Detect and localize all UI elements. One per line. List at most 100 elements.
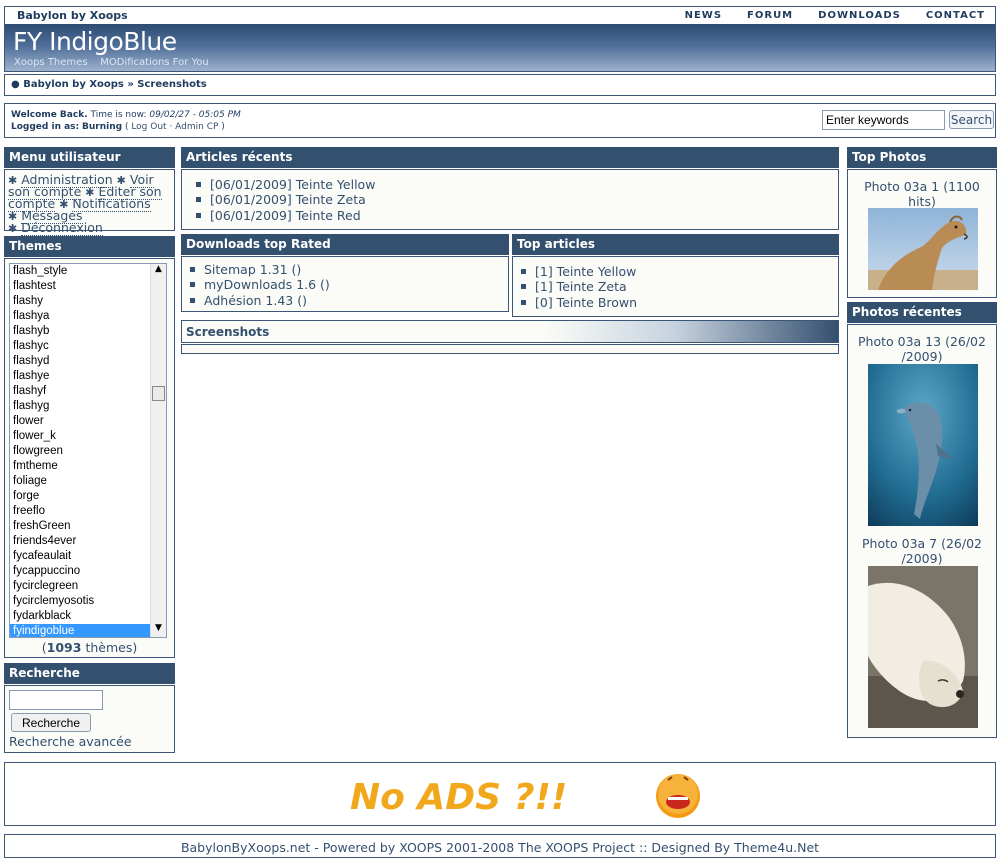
no-ads-text: No ADS ?!! [350, 777, 567, 818]
list-item[interactable]: [1] Teinte Yellow [513, 264, 838, 279]
photo-caption-line[interactable]: /2009) [848, 349, 996, 364]
theme-option[interactable]: flashtest [10, 279, 166, 294]
photo-caption[interactable]: Photo 03a 7 (26/02 /2009) [848, 536, 996, 566]
theme-option[interactable]: flashye [10, 369, 166, 384]
theme-option[interactable]: flashyc [10, 339, 166, 354]
logout-link[interactable]: Log Out [131, 122, 166, 132]
menu-notifications[interactable]: Notifications [72, 196, 151, 212]
themes-block: flash_style flashtest flashy flashya flashyb… [4, 258, 175, 658]
list-item[interactable]: [06/01/2009] Teinte Zeta [188, 192, 838, 207]
download-link[interactable]: Sitemap 1.31 () [204, 262, 301, 277]
scroll-down-icon[interactable]: ▼ [151, 623, 166, 637]
theme-option[interactable]: fycafeaulait [10, 549, 166, 564]
themes-count: 1093 [46, 640, 82, 655]
nav-contact[interactable]: CONTACT [926, 10, 985, 21]
menu-deconnexion[interactable]: Déconnexion [21, 220, 103, 236]
recherche-input[interactable] [9, 690, 103, 710]
site-name[interactable]: Babylon by Xoops [17, 9, 128, 22]
scroll-thumb[interactable] [152, 386, 165, 401]
theme-option[interactable]: flashyb [10, 324, 166, 339]
top-article-link[interactable]: [1] Teinte Yellow [535, 264, 636, 279]
polar-bear-photo[interactable] [868, 566, 978, 728]
themes-count-line: (1093 thèmes) [41, 640, 138, 655]
theme-option[interactable]: forge [10, 489, 166, 504]
themes-scrollbar[interactable]: ▲ ▼ [150, 264, 166, 637]
article-link[interactable]: [06/01/2009] Teinte Yellow [210, 177, 375, 192]
theme-option[interactable]: friends4ever [10, 534, 166, 549]
list-item[interactable]: [0] Teinte Brown [513, 295, 838, 310]
list-item[interactable]: Adhésion 1.43 () [182, 293, 508, 308]
recherche-title: Recherche [4, 663, 175, 684]
themes-select-list[interactable]: flash_style flashtest flashy flashya flashyb… [9, 263, 167, 638]
top-article-link[interactable]: [1] Teinte Zeta [535, 279, 627, 294]
theme-option[interactable]: flower [10, 414, 166, 429]
scroll-up-icon[interactable]: ▲ [151, 264, 166, 278]
theme-option[interactable]: flowgreen [10, 444, 166, 459]
footer-text: BabylonByXoops.net - Powered by XOOPS 20… [180, 840, 820, 855]
photo-caption-line[interactable]: /2009) [848, 551, 996, 566]
list-item[interactable]: [06/01/2009] Teinte Yellow [188, 177, 838, 192]
theme-option[interactable]: fyindigoblue [10, 624, 166, 637]
nav-forum[interactable]: FORUM [747, 10, 793, 21]
nav-downloads[interactable]: DOWNLOADS [818, 10, 901, 21]
theme-option[interactable]: fycappuccino [10, 564, 166, 579]
photo-caption-line[interactable]: Photo 03a 1 (1100 [848, 179, 996, 194]
article-link[interactable]: [06/01/2009] Teinte Zeta [210, 192, 366, 207]
theme-option[interactable]: fycirclegreen [10, 579, 166, 594]
download-link[interactable]: Adhésion 1.43 () [204, 293, 307, 308]
articles-recents-title: Articles récents [181, 147, 839, 168]
photo-caption-line[interactable]: Photo 03a 13 (26/02 [848, 334, 996, 349]
top-bar: Babylon by Xoops NEWS FORUM DOWNLOADS CO… [4, 6, 996, 24]
site-logo[interactable]: FY IndigoBlue [13, 27, 177, 56]
theme-option[interactable]: flashyg [10, 399, 166, 414]
screenshots-header: Screenshots [181, 320, 839, 343]
camel-photo[interactable] [868, 208, 978, 290]
theme-option[interactable]: freeflo [10, 504, 166, 519]
theme-option[interactable]: flashy [10, 294, 166, 309]
theme-option[interactable]: flashya [10, 309, 166, 324]
list-item[interactable]: [06/01/2009] Teinte Red [188, 208, 838, 223]
photo-caption[interactable]: Photo 03a 1 (1100 hits) [848, 179, 996, 209]
theme-option[interactable]: freshGreen [10, 519, 166, 534]
breadcrumb-path[interactable]: Babylon by Xoops » Screenshots [23, 79, 207, 90]
downloads-top-title: Downloads top Rated [181, 234, 509, 255]
no-ads-banner[interactable]: No ADS ?!! [292, 766, 712, 824]
photo-caption[interactable]: Photo 03a 13 (26/02 /2009) [848, 334, 996, 364]
dolphin-photo[interactable] [868, 364, 978, 526]
theme-option[interactable]: fmtheme [10, 459, 166, 474]
theme-option[interactable]: foliage [10, 474, 166, 489]
nav-news[interactable]: NEWS [685, 10, 722, 21]
photo-caption-line[interactable]: Photo 03a 7 (26/02 [848, 536, 996, 551]
theme-option[interactable]: flower_k [10, 429, 166, 444]
login-line: Logged in as: Burning ( Log Out · Admin … [11, 122, 225, 132]
photo-caption-line[interactable]: hits) [848, 194, 996, 209]
welcome-bar: Welcome Back. Time is now: 09/02/27 - 05… [4, 103, 996, 138]
recent-photos-block: Photo 03a 13 (26/02 /2009) Photo 03a 7 (… [847, 324, 997, 738]
download-link[interactable]: myDownloads 1.6 () [204, 277, 330, 292]
themes-title: Themes [4, 236, 175, 257]
top-articles-block: [1] Teinte Yellow [1] Teinte Zeta [0] Te… [512, 256, 839, 317]
top-article-link[interactable]: [0] Teinte Brown [535, 295, 637, 310]
keywords-search-input[interactable] [822, 110, 945, 130]
theme-option[interactable]: flash_style [10, 264, 166, 279]
username: Burning [82, 122, 123, 132]
recherche-avancee-link[interactable]: Recherche avancée [9, 734, 132, 749]
time-label: Time is now: [90, 110, 147, 120]
recent-photos-title: Photos récentes [847, 302, 997, 323]
recherche-button[interactable]: Recherche [11, 713, 91, 732]
search-button[interactable]: Search [949, 110, 994, 129]
theme-option[interactable]: fydarkblack [10, 609, 166, 624]
screenshots-title: Screenshots [186, 325, 270, 339]
theme-option[interactable]: flashyf [10, 384, 166, 399]
theme-option[interactable]: flashyd [10, 354, 166, 369]
top-photos-block: Photo 03a 1 (1100 hits) [847, 169, 997, 298]
admin-cp-link[interactable]: Admin CP [175, 122, 218, 132]
list-item[interactable]: [1] Teinte Zeta [513, 279, 838, 294]
themes-items: flash_style flashtest flashy flashya flashyb… [10, 264, 166, 637]
footer: BabylonByXoops.net - Powered by XOOPS 20… [4, 834, 996, 858]
article-link[interactable]: [06/01/2009] Teinte Red [210, 208, 361, 223]
theme-option[interactable]: fycirclemyosotis [10, 594, 166, 609]
welcome-label: Welcome Back. [11, 110, 88, 120]
list-item[interactable]: Sitemap 1.31 () [182, 262, 508, 277]
list-item[interactable]: myDownloads 1.6 () [182, 277, 508, 292]
